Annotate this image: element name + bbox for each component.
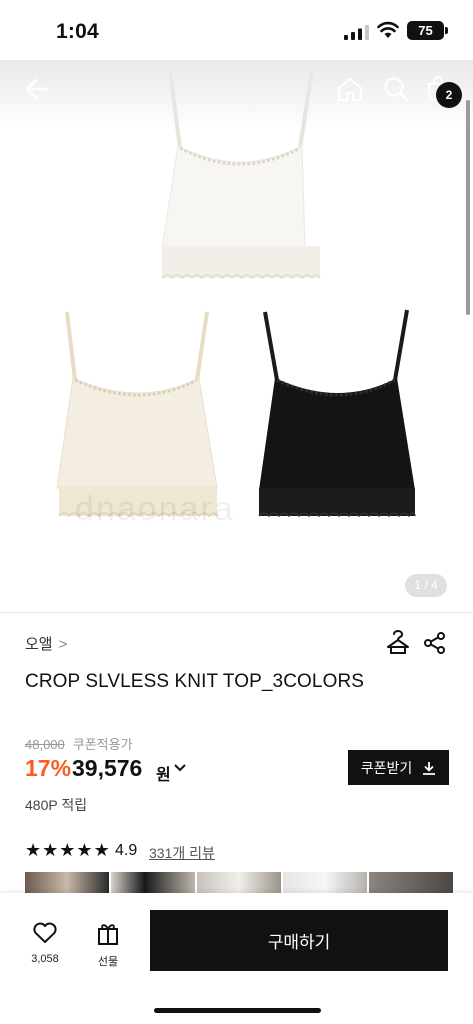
coupon-price-label: 쿠폰적용가 bbox=[72, 737, 133, 752]
review-thumbnail[interactable] bbox=[283, 872, 367, 894]
download-icon bbox=[423, 761, 436, 775]
star-icon: ★ bbox=[42, 840, 59, 860]
review-thumbnail[interactable] bbox=[369, 872, 453, 894]
home-icon[interactable] bbox=[336, 75, 364, 103]
gift-icon bbox=[98, 924, 118, 945]
search-icon[interactable] bbox=[382, 75, 410, 103]
watermark: dnaonara bbox=[75, 490, 235, 528]
gift-label: 선물 bbox=[97, 956, 119, 968]
discount-rate: 17% bbox=[25, 755, 72, 781]
divider bbox=[0, 612, 473, 613]
reward-points: 480P 적립 bbox=[25, 797, 88, 813]
bottom-action-bar: 3,058 선물 구매하기 bbox=[0, 893, 473, 1024]
chevron-right-icon: > bbox=[58, 636, 68, 653]
product-title: CROP SLVLESS KNIT TOP_3COLORS bbox=[25, 671, 365, 692]
status-time: 1:04 bbox=[56, 20, 99, 43]
gift-button[interactable]: 선물 bbox=[92, 920, 124, 969]
product-image-carousel[interactable]: dnaonara 2 1 / 4 bbox=[0, 60, 473, 612]
heart-icon bbox=[33, 922, 57, 943]
image-counter: 1 / 4 bbox=[405, 574, 447, 597]
status-bar: 1:04 75 bbox=[0, 0, 473, 60]
review-thumbnail[interactable] bbox=[111, 872, 195, 894]
star-rating: ★ ★ ★ ★ ★ bbox=[25, 841, 110, 859]
review-thumbnail[interactable] bbox=[25, 872, 109, 894]
back-arrow-icon[interactable] bbox=[23, 75, 51, 103]
review-photo-strip[interactable] bbox=[25, 872, 473, 894]
brand-link[interactable]: 오앨 > bbox=[25, 633, 67, 654]
signal-icon bbox=[344, 25, 369, 40]
like-button[interactable]: 3,058 bbox=[29, 921, 61, 965]
chevron-down-icon[interactable] bbox=[174, 763, 186, 773]
buy-button[interactable]: 구매하기 bbox=[150, 910, 448, 971]
coupon-download-button[interactable]: 쿠폰받기 bbox=[348, 750, 449, 785]
star-icon: ★ bbox=[76, 840, 93, 860]
original-price: 48,000 bbox=[25, 737, 65, 752]
original-price-row: 48,000 쿠폰적용가 bbox=[25, 734, 133, 753]
hanger-icon[interactable] bbox=[385, 630, 411, 656]
star-icon: ★ bbox=[93, 840, 110, 860]
sale-price: 39,576 bbox=[72, 755, 143, 781]
coupon-button-label: 쿠폰받기 bbox=[360, 759, 413, 776]
home-indicator bbox=[154, 1008, 321, 1013]
wifi-icon bbox=[377, 21, 399, 38]
brand-name: 오앨 bbox=[25, 636, 53, 653]
star-icon: ★ bbox=[25, 840, 42, 860]
review-count-link[interactable]: 331개 리뷰 bbox=[149, 843, 215, 863]
share-icon[interactable] bbox=[422, 630, 448, 656]
cart-count-badge: 2 bbox=[436, 82, 462, 108]
battery-indicator: 75 bbox=[407, 21, 448, 40]
like-count: 3,058 bbox=[31, 953, 59, 965]
rating-score: 4.9 bbox=[115, 842, 138, 859]
star-icon: ★ bbox=[59, 840, 76, 860]
review-thumbnail[interactable] bbox=[197, 872, 281, 894]
scrollbar[interactable] bbox=[466, 100, 470, 315]
currency-unit: 원 bbox=[156, 767, 171, 784]
product-image-black-top bbox=[258, 309, 416, 518]
